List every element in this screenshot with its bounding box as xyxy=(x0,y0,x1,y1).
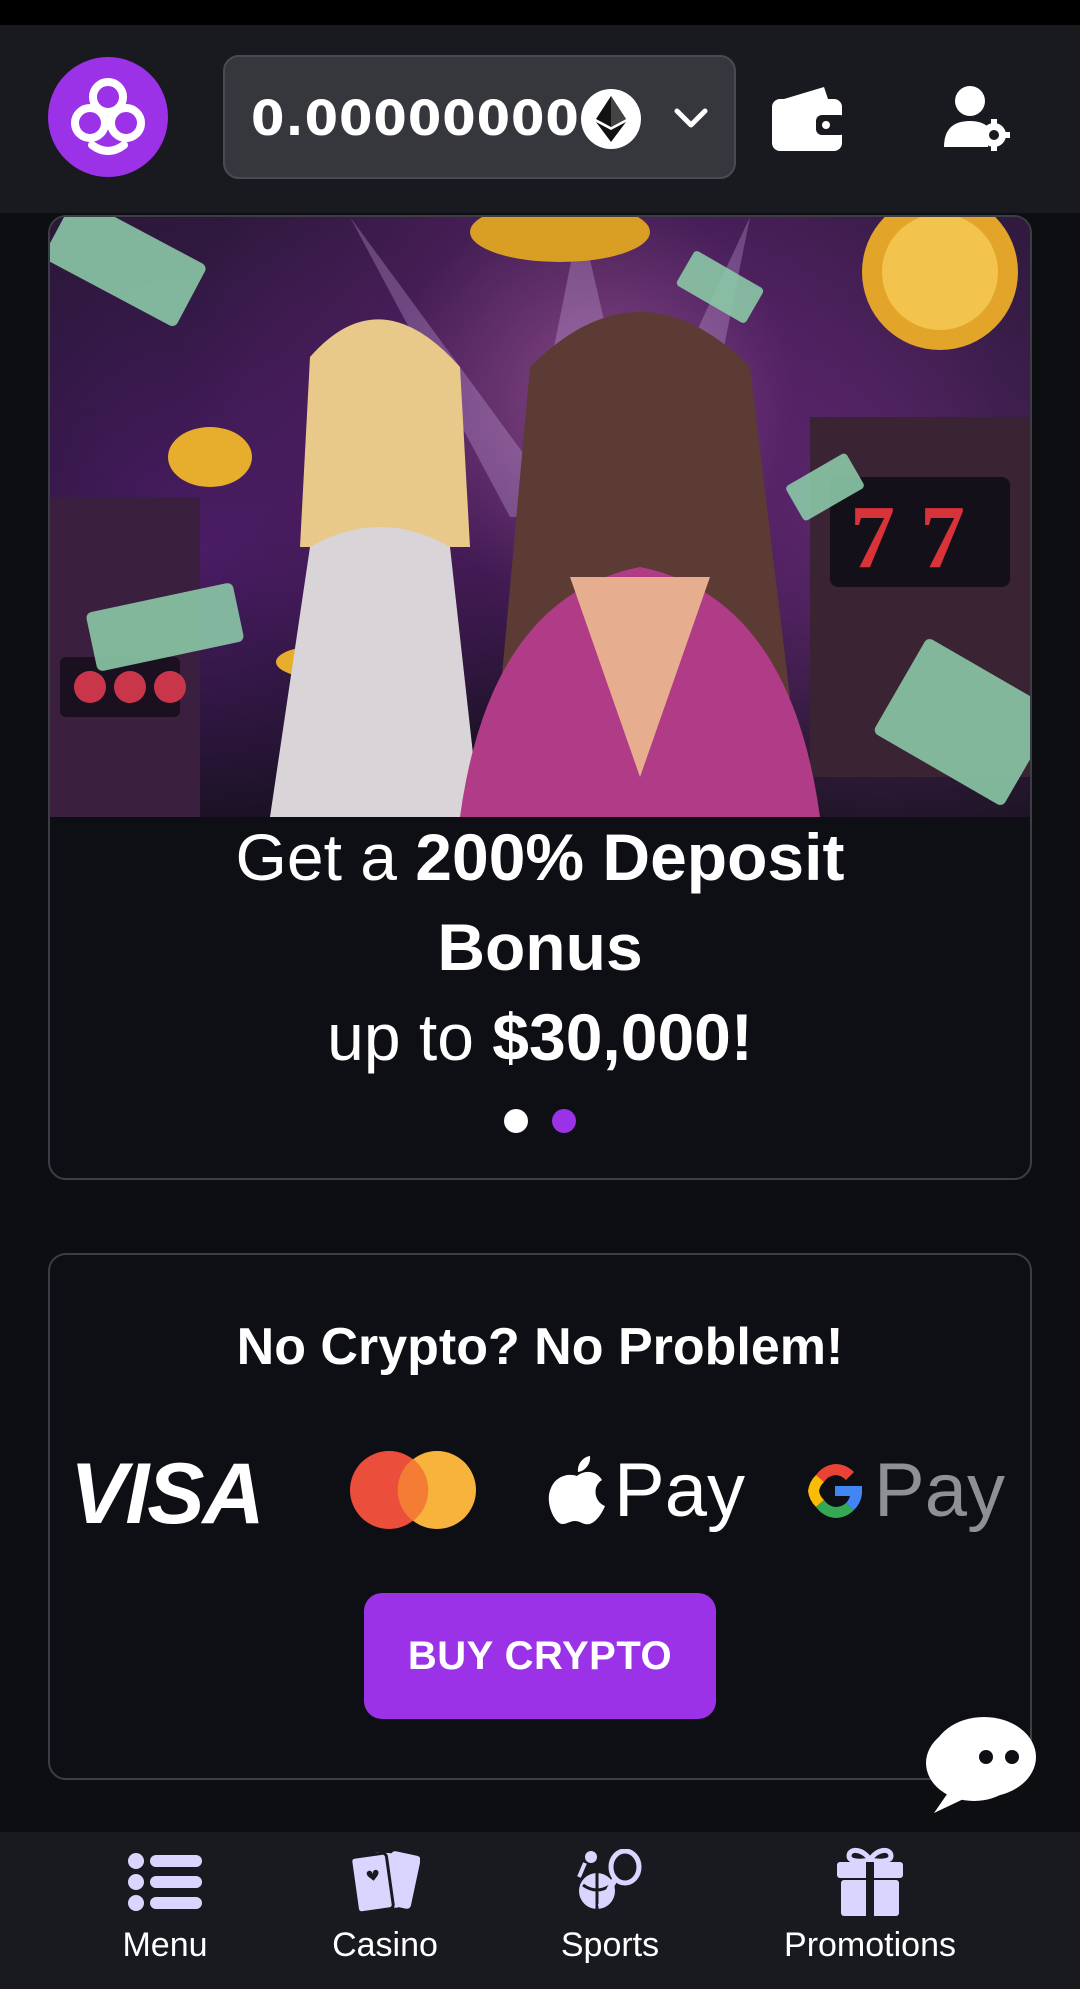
carousel-dots xyxy=(50,1109,1030,1133)
cards-icon xyxy=(350,1851,420,1913)
balance-value: 0.00000000 xyxy=(251,91,580,147)
buy-crypto-card: No Crypto? No Problem! VISA Pay Pay BUY … xyxy=(48,1253,1032,1780)
buy-crypto-title: No Crypto? No Problem! xyxy=(236,1318,844,1376)
nav-promotions[interactable]: Promotions xyxy=(770,1832,970,1989)
headline-amount: $30,000! xyxy=(492,1000,753,1074)
ethereum-icon xyxy=(581,89,641,149)
infinity-logo-icon xyxy=(71,78,145,155)
google-pay-text: Pay xyxy=(874,1448,1005,1533)
nav-sports[interactable]: Sports xyxy=(545,1832,675,1989)
payment-methods: VISA Pay Pay xyxy=(70,1445,1020,1542)
nav-sports-label: Sports xyxy=(560,1926,660,1964)
visa-logo-icon: VISA xyxy=(70,1446,265,1542)
carousel-dot-2[interactable] xyxy=(552,1109,576,1133)
status-bar xyxy=(0,0,1080,25)
gift-icon xyxy=(837,1848,903,1916)
google-pay-logo: Pay xyxy=(800,1447,1005,1534)
nav-casino-label: Casino xyxy=(332,1926,438,1964)
nav-menu-label: Menu xyxy=(122,1926,208,1964)
balance-selector[interactable]: 0.00000000 xyxy=(223,55,736,179)
chat-support-icon[interactable] xyxy=(924,1715,1036,1815)
carousel-dot-1[interactable] xyxy=(504,1109,528,1133)
user-settings-icon[interactable] xyxy=(944,83,1010,153)
headline-get-a: Get a xyxy=(235,820,416,894)
top-header: 0.00000000 xyxy=(0,25,1080,213)
nav-menu[interactable]: Menu xyxy=(105,1832,225,1989)
nav-casino[interactable]: Casino xyxy=(320,1832,450,1989)
chevron-down-icon[interactable] xyxy=(671,101,711,137)
banner-image: 7 7 xyxy=(50,217,1030,817)
buy-crypto-button[interactable]: BUY CRYPTO xyxy=(364,1593,716,1719)
google-g-icon xyxy=(808,1463,862,1518)
wallet-icon[interactable] xyxy=(772,83,846,153)
sports-icon xyxy=(577,1849,642,1909)
apple-pay-text: Pay xyxy=(614,1448,745,1533)
headline-up-to: up to xyxy=(327,1000,493,1074)
apple-pay-logo: Pay xyxy=(548,1447,745,1534)
promo-banner[interactable]: 7 7 Get a 200% Deposit Bonus up to $30,0… xyxy=(48,215,1032,1180)
svg-text:7: 7 xyxy=(850,488,895,587)
nav-promotions-label: Promotions xyxy=(784,1926,956,1964)
apple-icon xyxy=(548,1455,605,1524)
banner-headline: Get a 200% Deposit Bonus up to $30,000! xyxy=(50,812,1030,1082)
svg-text:7: 7 xyxy=(920,488,965,587)
menu-list-icon xyxy=(128,1853,202,1911)
headline-deposit-bonus: 200% Deposit xyxy=(415,820,845,894)
brand-logo[interactable] xyxy=(48,57,168,177)
headline-bonus: Bonus xyxy=(437,910,643,984)
mastercard-logo-icon xyxy=(350,1451,476,1529)
bottom-navigation: Menu Casino Sports Promotions xyxy=(0,1832,1080,1989)
